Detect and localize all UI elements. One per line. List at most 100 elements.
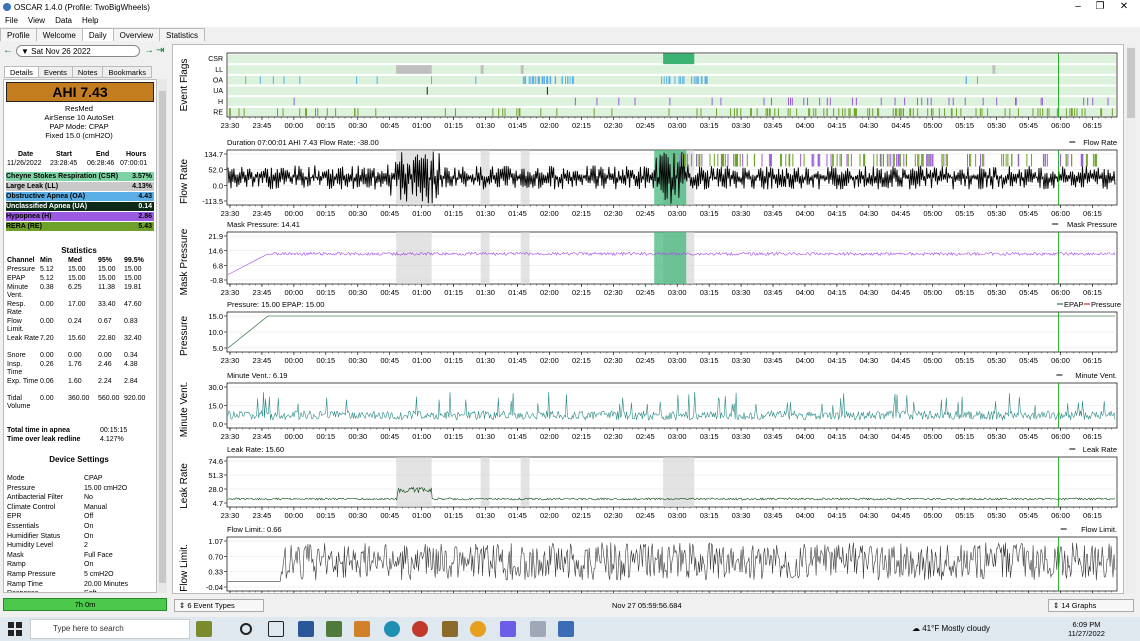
time-tick-label: 03:15 [700, 209, 719, 218]
oscar-taskbar-icon[interactable] [530, 621, 546, 637]
time-tick-label: 05:00 [923, 288, 942, 297]
date-picker[interactable]: ▼ Sat Nov 26 2022 [16, 45, 140, 57]
leak-redline-label: Time over leak redline [7, 436, 81, 443]
stat-cell: Leak Rate [7, 335, 39, 342]
device-settings-title: Device Settings [49, 455, 109, 464]
task-view-icon[interactable] [268, 621, 284, 637]
cortana-icon[interactable] [240, 623, 252, 635]
main-tabs: Profile Welcome Daily Overview Statistic… [0, 28, 206, 41]
app-icon-8[interactable] [500, 621, 516, 637]
large-leak-block [480, 65, 484, 74]
time-tick-label: 04:15 [828, 432, 847, 441]
weather-widget[interactable]: ☁ 41°F Mostly cloudy [912, 624, 990, 633]
event-row[interactable]: Cheyne Stokes Respiration (CSR) 3.57% [6, 172, 154, 181]
large-leak-span [520, 232, 530, 284]
event-types-dropdown[interactable]: ⇕ 6 Event Types [174, 599, 264, 612]
windows-start-icon[interactable] [8, 622, 22, 636]
app-icon-6[interactable] [442, 621, 458, 637]
tab-welcome[interactable]: Welcome [35, 28, 83, 41]
setting-name: Response [7, 590, 39, 592]
last-day-icon[interactable]: ⇥ [156, 45, 164, 56]
next-day-icon[interactable]: → [144, 45, 154, 56]
graph-caption: Minute Vent.: 6.19 [227, 371, 287, 380]
tab-bookmarks[interactable]: Bookmarks [102, 66, 152, 78]
app-icon-5[interactable] [412, 621, 428, 637]
window-title: OSCAR 1.4.0 (Profile: TwoBigWheels) [14, 2, 150, 12]
close-button[interactable]: ✕ [1114, 1, 1134, 12]
setting-name: Humidifier Status [7, 532, 61, 540]
graph-legend: Flow Limit. [1081, 525, 1117, 534]
chrome-icon[interactable] [470, 621, 486, 637]
time-tick-label: 03:30 [732, 356, 751, 365]
app-icon-3[interactable] [354, 621, 370, 637]
sidebar-scrollbar[interactable] [158, 79, 167, 593]
tab-notes[interactable]: Notes [71, 66, 104, 78]
graph-caption: Duration 07:00:01 AHI 7.43 Flow Rate: -3… [227, 138, 379, 147]
graph-area[interactable]: Event Flags CSR LL OA UA H RE 23:30 23:45 00:00 00… [172, 44, 1124, 594]
minimize-button[interactable]: – [1068, 1, 1088, 12]
graph-scroll-thumb[interactable] [1127, 48, 1135, 118]
taskbar-search-input[interactable]: Type here to search [30, 619, 190, 639]
time-tick-label: 23:30 [221, 288, 240, 297]
time-tick-label: 01:30 [476, 432, 495, 441]
event-value: 4.13% [132, 183, 152, 190]
prev-day-icon[interactable]: ← [3, 45, 13, 56]
graph-scrollbar[interactable] [1126, 44, 1136, 594]
time-tick-label: 01:00 [412, 432, 431, 441]
stat-cell: 32.40 [124, 335, 142, 342]
setting-value: 5 cmH2O [84, 571, 114, 578]
setting-name: Essentials [7, 523, 39, 530]
setting-value: 20.00 Minutes [84, 580, 128, 588]
stat-header: 99.5% [124, 257, 144, 264]
tab-statistics[interactable]: Statistics [159, 28, 206, 41]
event-row[interactable]: Large Leak (LL) 4.13% [6, 182, 154, 191]
time-tick-label: 05:30 [987, 432, 1006, 441]
time-tick-label: 00:30 [348, 356, 367, 365]
flag-row-bg [228, 65, 1116, 74]
graphs-svg[interactable]: Event Flags CSR LL OA UA H RE 23:30 23:45 00:00 00… [173, 45, 1124, 594]
tab-events[interactable]: Events [37, 66, 73, 78]
tab-details[interactable]: Details [4, 66, 39, 78]
event-row[interactable]: Unclassified Apnea (UA) 0.14 [6, 202, 154, 211]
tab-overview[interactable]: Overview [112, 28, 161, 41]
event-label: RERA (RE) [6, 223, 42, 230]
sidebar-scroll-thumb[interactable] [159, 91, 166, 583]
title-bar: OSCAR 1.4.0 (Profile: TwoBigWheels) – ❐ … [0, 0, 1140, 14]
time-tick-label: 00:15 [316, 356, 335, 365]
menu-data[interactable]: Data [50, 14, 77, 27]
leak-redline-value: 4.127% [100, 436, 124, 443]
menu-view[interactable]: View [23, 14, 50, 27]
graphs-dropdown[interactable]: ⇕ 14 Graphs [1048, 599, 1134, 612]
flag-row-label: LL [215, 67, 223, 74]
time-tick-label: 01:45 [508, 121, 527, 130]
apnea-time-label: Total time in apnea [7, 427, 70, 434]
apnea-time-value: 00:15:15 [100, 427, 128, 434]
time-tick-label: 03:00 [668, 288, 687, 297]
time-tick-label: 05:15 [955, 121, 974, 130]
event-row[interactable]: Hypopnea (H) 2.86 [6, 212, 154, 221]
app-icon-2[interactable] [326, 621, 342, 637]
search-highlight-icon[interactable] [196, 621, 212, 637]
time-tick-label: 03:45 [764, 209, 783, 218]
maximize-button[interactable]: ❐ [1090, 1, 1110, 12]
stat-cell: 15.00 [124, 266, 142, 273]
time-tick-label: 04:45 [891, 121, 910, 130]
time-tick-label: 04:15 [828, 511, 847, 520]
y-tick-label: 28.0 [208, 485, 223, 494]
time-tick-label: 02:15 [572, 121, 591, 130]
side-tabs: Details Events Notes Bookmarks [4, 66, 152, 78]
time-tick-label: 02:45 [636, 432, 655, 441]
taskbar-clock[interactable]: 6:09 PM 11/27/2022 [1068, 620, 1105, 638]
time-tick-label: 02:45 [636, 288, 655, 297]
tab-daily[interactable]: Daily [81, 28, 114, 41]
menu-help[interactable]: Help [77, 14, 103, 27]
event-row[interactable]: RERA (RE) 5.43 [6, 222, 154, 231]
edge-icon[interactable] [384, 621, 400, 637]
tab-profile[interactable]: Profile [0, 28, 37, 41]
app-icon-10[interactable] [558, 621, 574, 637]
time-tick-label: 06:15 [1083, 432, 1102, 441]
event-row[interactable]: Obstructive Apnea (OA) 4.43 [6, 192, 154, 201]
word-icon[interactable] [298, 621, 314, 637]
menu-file[interactable]: File [0, 14, 23, 27]
time-tick-label: 03:00 [668, 432, 687, 441]
